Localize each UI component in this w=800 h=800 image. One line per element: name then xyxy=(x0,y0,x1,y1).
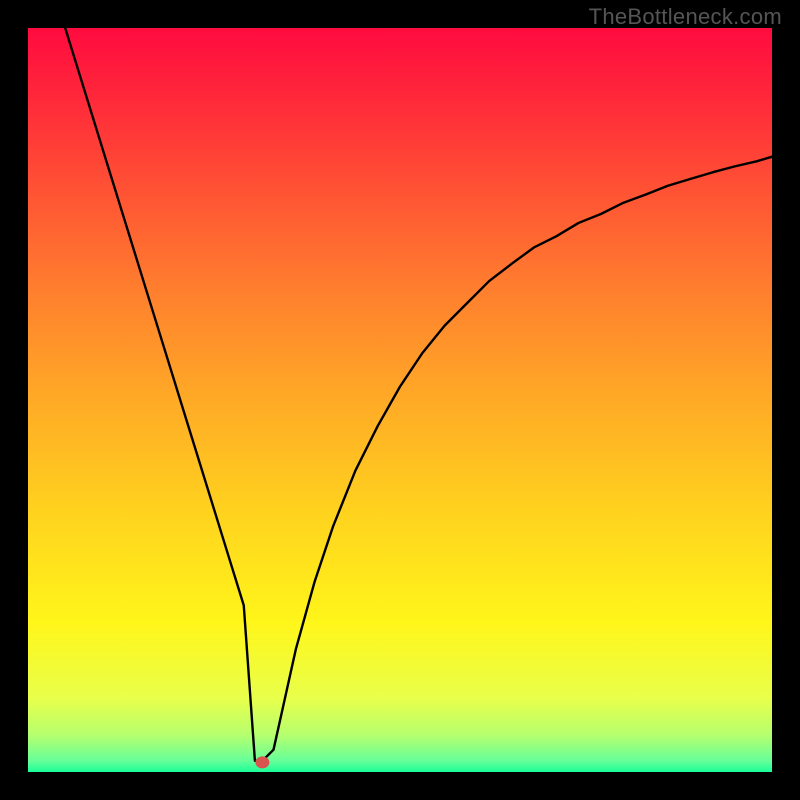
chart-frame xyxy=(28,28,772,772)
optimum-marker xyxy=(255,756,269,768)
gradient-background xyxy=(28,28,772,772)
watermark-text: TheBottleneck.com xyxy=(589,4,782,30)
bottleneck-chart xyxy=(28,28,772,772)
